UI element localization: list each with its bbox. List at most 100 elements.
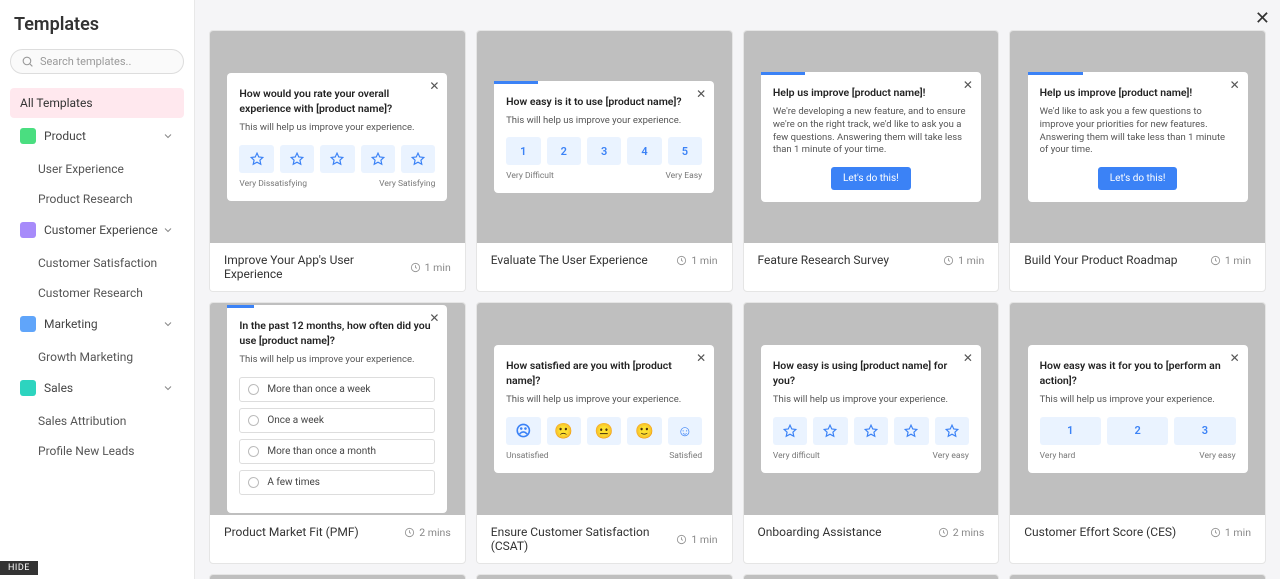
- cta-button[interactable]: Let's do this!: [1098, 167, 1178, 190]
- clock-icon: [676, 255, 687, 266]
- star-option[interactable]: [935, 417, 969, 445]
- scale-left: Very hard: [1040, 451, 1076, 461]
- widget-close-icon[interactable]: ✕: [1230, 78, 1240, 92]
- radio-icon: [248, 415, 259, 426]
- scale-right: Very Easy: [665, 171, 702, 181]
- widget-close-icon[interactable]: ✕: [429, 79, 439, 93]
- face-option[interactable]: ☺: [668, 417, 702, 445]
- card-footer: Ensure Customer Satisfaction (CSAT)1 min: [477, 515, 732, 563]
- star-option[interactable]: [361, 145, 395, 173]
- widget-close-icon[interactable]: ✕: [696, 351, 706, 365]
- chevron-down-icon: [162, 318, 174, 330]
- template-card[interactable]: ✕How would you rate your overall experie…: [209, 30, 466, 292]
- widget-desc: This will help us improve your experienc…: [506, 394, 702, 407]
- card-title: Onboarding Assistance: [758, 525, 938, 539]
- nav-group[interactable]: Sales: [10, 372, 184, 404]
- template-card[interactable]: ✕What do you value most about our servic…: [476, 574, 733, 579]
- template-card[interactable]: ✕In the past 12 months, how often did yo…: [209, 302, 466, 564]
- face-option[interactable]: 🙂: [627, 417, 661, 445]
- radio-icon: [248, 477, 259, 488]
- template-card[interactable]: ✕How easy was it for you to [perform an …: [1009, 302, 1266, 564]
- star-option[interactable]: [773, 417, 807, 445]
- scale-right: Very easy: [933, 451, 969, 461]
- widget-desc: This will help us improve your experienc…: [1040, 394, 1236, 407]
- widget-close-icon[interactable]: ✕: [429, 311, 439, 325]
- card-time: 1 min: [676, 533, 717, 546]
- clock-icon: [1210, 527, 1221, 538]
- survey-widget: ✕How easy was it for you to [perform an …: [1028, 345, 1248, 472]
- hide-badge[interactable]: HIDE: [0, 561, 38, 575]
- category-icon: [20, 128, 36, 144]
- nav-group[interactable]: Product: [10, 120, 184, 152]
- scale-left: Very Difficult: [506, 171, 554, 181]
- number-option[interactable]: 3: [1174, 417, 1235, 445]
- radio-option[interactable]: A few times: [239, 470, 435, 495]
- card-time: 2 mins: [938, 526, 985, 539]
- star-option[interactable]: [401, 145, 435, 173]
- nav-sub-item[interactable]: User Experience: [10, 154, 184, 184]
- number-option[interactable]: 1: [506, 137, 540, 165]
- template-card[interactable]: ✕How easy is using [product name] for yo…: [743, 302, 1000, 564]
- radio-option[interactable]: More than once a week: [239, 377, 435, 402]
- widget-close-icon[interactable]: ✕: [963, 78, 973, 92]
- widget-close-icon[interactable]: ✕: [1230, 351, 1240, 365]
- nav-group[interactable]: Customer Experience: [10, 214, 184, 246]
- card-preview: ✕How easy was it for you to [perform an …: [1010, 303, 1265, 515]
- template-card[interactable]: ✕How easy is it to use [product name]?Th…: [476, 30, 733, 292]
- nav-sub-item[interactable]: Sales Attribution: [10, 406, 184, 436]
- nav-sub-item[interactable]: Customer Research: [10, 278, 184, 308]
- face-option[interactable]: ☹: [506, 417, 540, 445]
- nav-all-templates[interactable]: All Templates: [10, 88, 184, 118]
- chevron-down-icon: [162, 382, 174, 394]
- search-box[interactable]: [10, 49, 184, 74]
- face-option[interactable]: 🙁: [547, 417, 581, 445]
- survey-widget: ✕How satisfied are you with [product nam…: [494, 345, 714, 472]
- number-option[interactable]: 5: [668, 137, 702, 165]
- widget-close-icon[interactable]: ✕: [963, 351, 973, 365]
- nav-sub-item[interactable]: Profile New Leads: [10, 436, 184, 466]
- card-preview: ✕How big is your team?: [744, 575, 999, 579]
- radio-option[interactable]: More than once a month: [239, 439, 435, 464]
- template-card[interactable]: ✕How satisfied are you with [product nam…: [476, 302, 733, 564]
- card-title: Ensure Customer Satisfaction (CSAT): [491, 525, 677, 553]
- star-option[interactable]: [854, 417, 888, 445]
- scale-left: Very Dissatisfying: [239, 179, 307, 189]
- number-option[interactable]: 3: [587, 137, 621, 165]
- number-option[interactable]: 2: [547, 137, 581, 165]
- cta-button[interactable]: Let's do this!: [831, 167, 911, 190]
- star-option[interactable]: [813, 417, 847, 445]
- star-option[interactable]: [280, 145, 314, 173]
- clock-icon: [943, 255, 954, 266]
- widget-desc: This will help us improve your experienc…: [506, 115, 702, 128]
- nav-sub-item[interactable]: Product Research: [10, 184, 184, 214]
- star-option[interactable]: [320, 145, 354, 173]
- card-footer: Evaluate The User Experience1 min: [477, 243, 732, 277]
- sidebar-nav: All TemplatesProductUser ExperienceProdu…: [10, 88, 184, 466]
- search-input[interactable]: [40, 55, 173, 68]
- nav-sub-item[interactable]: Growth Marketing: [10, 342, 184, 372]
- widget-close-icon[interactable]: ✕: [696, 87, 706, 101]
- face-option[interactable]: 😐: [587, 417, 621, 445]
- widget-heading: Help us improve [product name]!: [773, 86, 969, 100]
- star-option[interactable]: [894, 417, 928, 445]
- widget-heading: How easy is using [product name] for you…: [773, 359, 969, 387]
- card-preview: ✕How would you rate your overall experie…: [210, 31, 465, 243]
- card-footer: Product Market Fit (PMF)2 mins: [210, 515, 465, 549]
- nav-group[interactable]: Marketing: [10, 308, 184, 340]
- card-time: 1 min: [943, 254, 984, 267]
- number-option[interactable]: 2: [1107, 417, 1168, 445]
- radio-option[interactable]: Once a week: [239, 408, 435, 433]
- nav-sub-item[interactable]: Customer Satisfaction: [10, 248, 184, 278]
- number-option[interactable]: 4: [627, 137, 661, 165]
- card-preview: ✕What do you value most about our servic…: [477, 575, 732, 579]
- card-preview: ✕In the past 12 months, how often did yo…: [210, 303, 465, 515]
- template-card[interactable]: ✕Help us improve [product name]!We'd lik…: [1009, 30, 1266, 292]
- clock-icon: [410, 262, 421, 273]
- star-option[interactable]: [239, 145, 273, 173]
- number-option[interactable]: 1: [1040, 417, 1101, 445]
- template-card[interactable]: ✕What are the top challenges your compan…: [1009, 574, 1266, 579]
- search-icon: [21, 55, 34, 68]
- template-card[interactable]: ✕How big is your team?: [743, 574, 1000, 579]
- template-card[interactable]: ✕Help us improve [product name]!We're de…: [743, 30, 1000, 292]
- template-card[interactable]: ✕: [209, 574, 466, 579]
